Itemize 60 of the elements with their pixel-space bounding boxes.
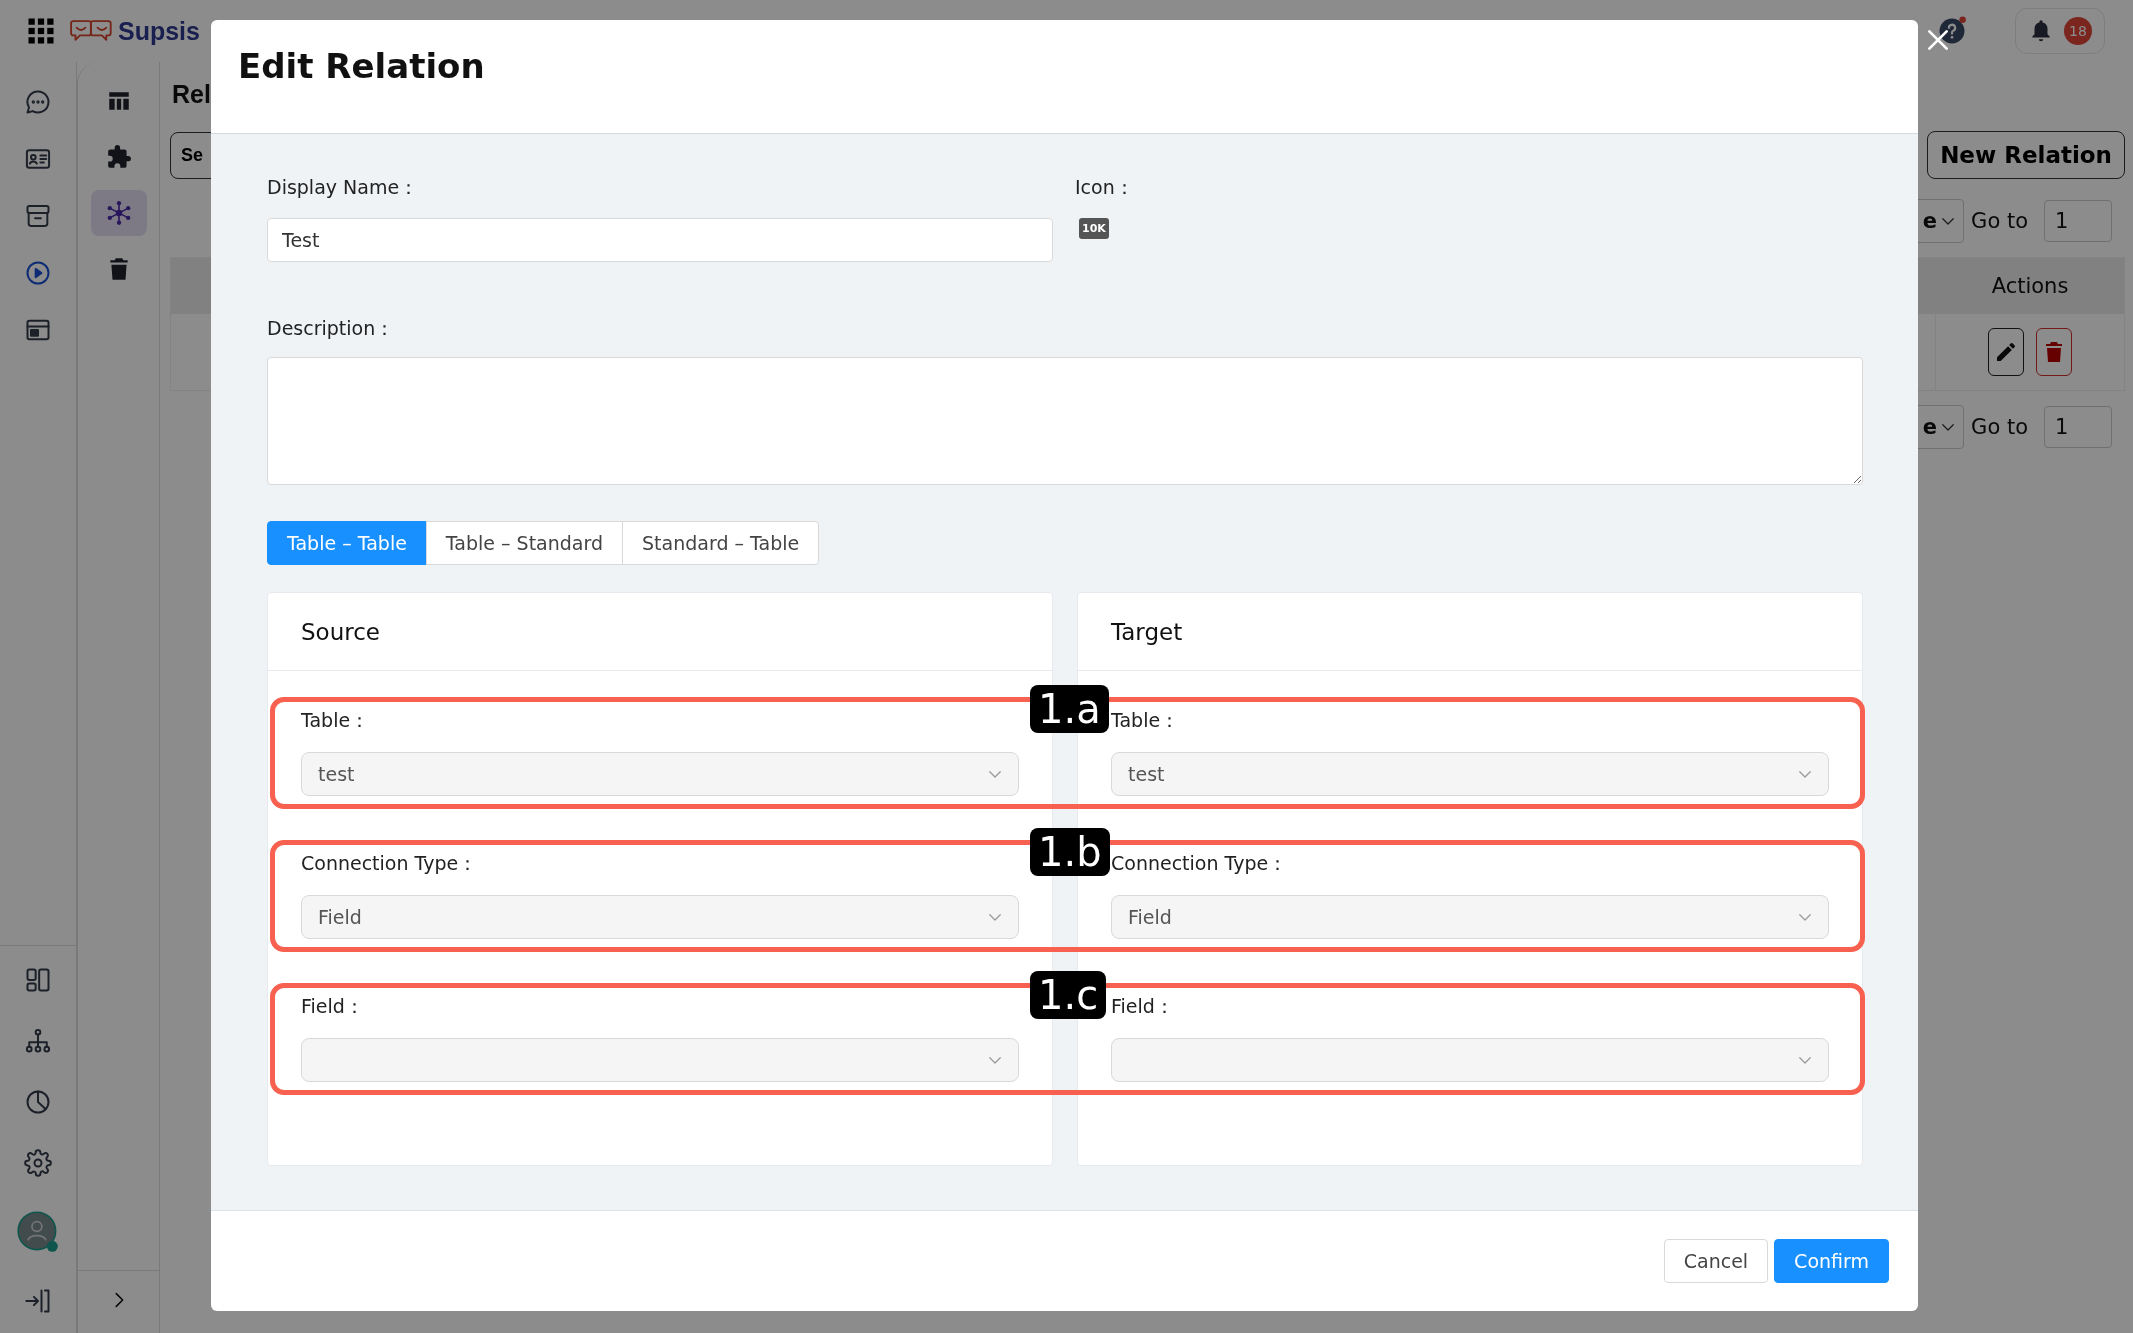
play-icon[interactable] xyxy=(24,259,52,287)
notification-count: 18 xyxy=(2064,17,2092,45)
annotation-label: 1.b xyxy=(1030,828,1110,876)
pencil-icon xyxy=(1994,340,2018,364)
icon-preview[interactable]: 10K xyxy=(1079,218,1109,239)
logout-icon[interactable] xyxy=(24,1287,52,1315)
panel-title: Target xyxy=(1111,618,1183,645)
annotation-label: 1.a xyxy=(1030,685,1109,733)
network-icon xyxy=(105,200,132,226)
panel-title: Source xyxy=(301,618,380,645)
relation-tab[interactable]: Standard – Table xyxy=(622,521,820,565)
close-icon[interactable] xyxy=(1925,27,1951,53)
avatar-icon[interactable] xyxy=(16,1210,60,1254)
select-value: test xyxy=(318,763,355,785)
field-label: Table： xyxy=(1111,709,1181,731)
select-field[interactable] xyxy=(301,1038,1019,1082)
help-icon[interactable] xyxy=(1937,16,1967,46)
sub-nav-item[interactable] xyxy=(90,190,147,236)
select-field[interactable]: Field xyxy=(1111,895,1829,939)
goto-field[interactable]: 1 xyxy=(2044,406,2112,448)
select-value: Field xyxy=(1128,906,1172,928)
annotation-label: 1.c xyxy=(1030,971,1107,1019)
select-value: test xyxy=(1128,763,1165,785)
select-field[interactable]: test xyxy=(301,752,1019,796)
select-field[interactable]: test xyxy=(1111,752,1829,796)
logo-text: Supsis xyxy=(118,16,200,46)
puzzle-icon xyxy=(105,144,132,170)
pie-chart-icon[interactable] xyxy=(24,1088,52,1116)
edit-button[interactable] xyxy=(1988,328,2024,376)
modal-title: Edit Relation xyxy=(238,45,485,86)
relation-tab[interactable]: Table – Standard xyxy=(425,521,623,565)
goto-field[interactable]: 1 xyxy=(2044,200,2112,242)
goto-label: Go to xyxy=(1971,209,2028,233)
field-label: Field： xyxy=(301,995,365,1017)
page-title: Rel xyxy=(172,80,212,109)
display-name-field[interactable]: Test xyxy=(267,218,1053,262)
select-field[interactable]: Field xyxy=(301,895,1019,939)
field-label: Description： xyxy=(267,317,396,339)
description-field[interactable] xyxy=(267,357,1863,485)
new-relation-button[interactable]: New Relation xyxy=(1927,131,2125,179)
apps-grid-icon[interactable] xyxy=(26,16,56,46)
page-size-value: e xyxy=(1922,415,1938,439)
field-label: Display Name： xyxy=(267,176,420,198)
page-size-value: e xyxy=(1922,209,1938,233)
select-field[interactable] xyxy=(1111,1038,1829,1082)
field-label: Icon： xyxy=(1075,176,1135,198)
delete-button[interactable] xyxy=(2036,328,2072,376)
field-label: Table： xyxy=(301,709,371,731)
select-value: Field xyxy=(318,906,362,928)
settings-icon[interactable] xyxy=(24,1149,52,1177)
chat-icon[interactable] xyxy=(24,88,52,116)
goto-label: Go to xyxy=(1971,415,2028,439)
cancel-button[interactable]: Cancel xyxy=(1663,1239,1769,1283)
inbox-icon[interactable] xyxy=(24,202,52,230)
layout-icon[interactable] xyxy=(24,966,52,994)
field-label: Field： xyxy=(1111,995,1175,1017)
field-label: Connection Type： xyxy=(301,852,479,874)
field-label: Connection Type： xyxy=(1111,852,1289,874)
column-header: Actions xyxy=(1990,273,2070,300)
hierarchy-icon[interactable] xyxy=(24,1027,52,1055)
